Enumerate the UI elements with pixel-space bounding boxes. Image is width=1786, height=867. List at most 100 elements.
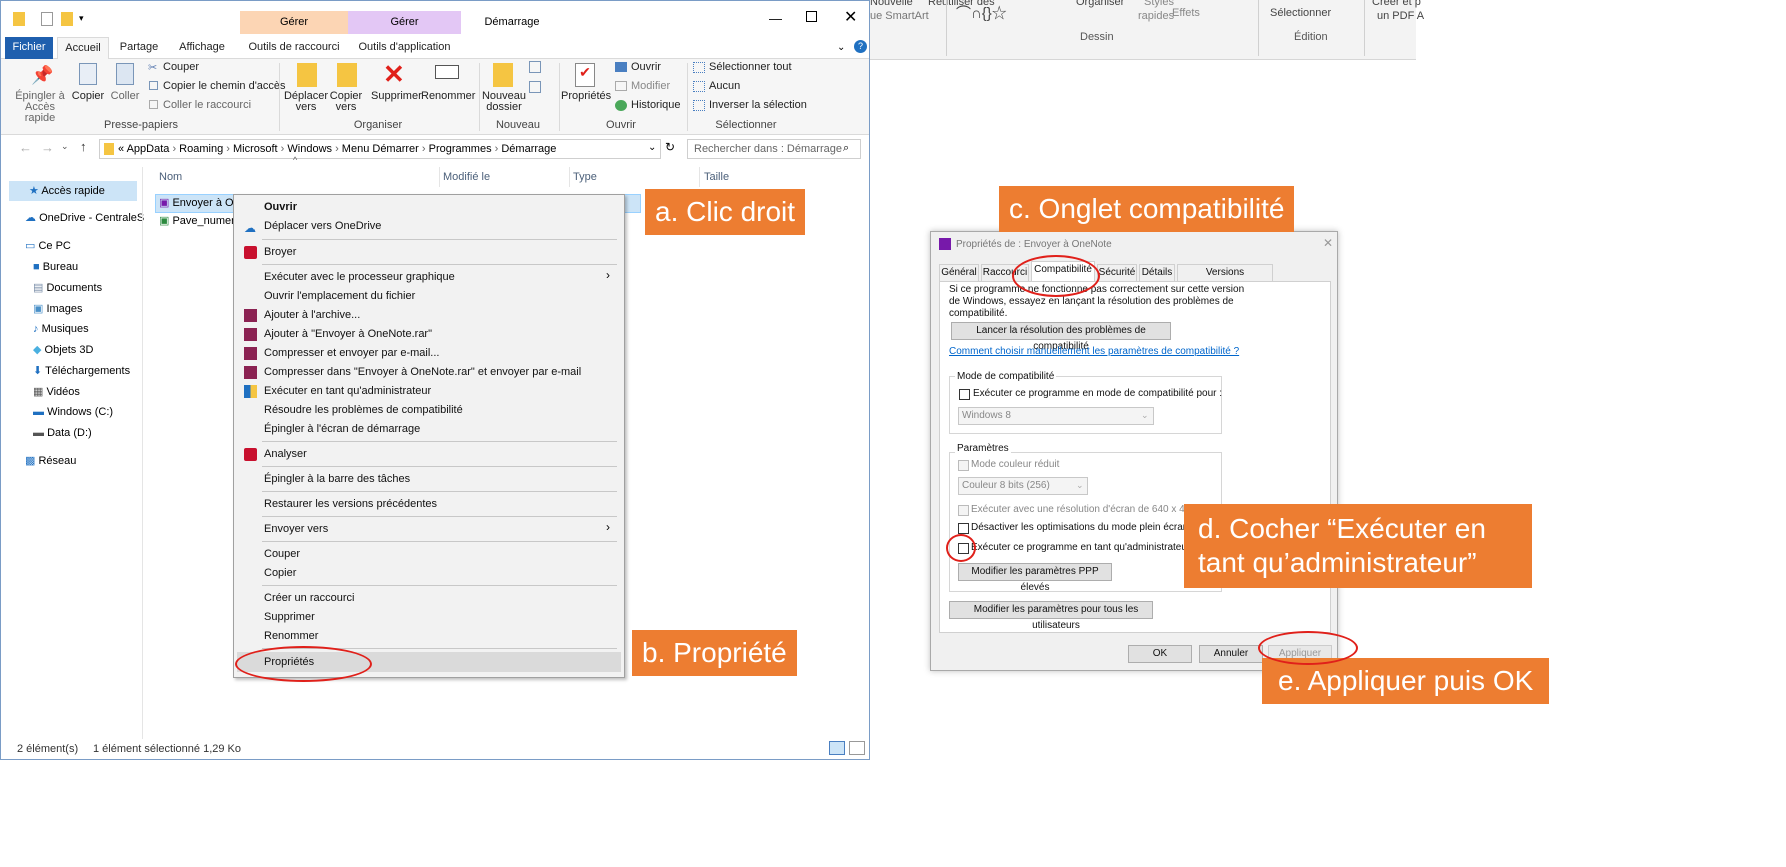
nav-documents[interactable]: ▤ Documents xyxy=(33,278,102,298)
menu-executer-admin[interactable]: Exécuter en tant qu'administrateur xyxy=(264,382,431,401)
tab-details[interactable]: Détails xyxy=(1139,264,1175,282)
file-envoyer-onenote[interactable]: ▣ Envoyer à On xyxy=(159,194,240,212)
tab-outils-application[interactable]: Outils d'application xyxy=(348,37,461,59)
properties-qa-icon[interactable] xyxy=(41,12,53,26)
tab-accueil[interactable]: Accueil xyxy=(57,37,109,59)
breadcrumb-chevron-icon[interactable]: › xyxy=(169,143,179,155)
breadcrumb-chevron-icon[interactable]: › xyxy=(332,143,342,155)
column-nom[interactable]: Nom xyxy=(159,171,182,183)
supprimer-button[interactable]: Supprimer xyxy=(371,91,422,102)
nouveau-dossier-button[interactable]: Nouveau dossier xyxy=(481,91,527,113)
nav-data-d[interactable]: ▬ Data (D:) xyxy=(33,423,92,443)
nav-windows-c[interactable]: ▬ Windows (C:) xyxy=(33,402,113,422)
dialog-close-icon[interactable]: ✕ xyxy=(1323,236,1333,250)
breadcrumb-chevron-icon[interactable]: › xyxy=(278,143,288,155)
compat-mode-select[interactable]: Windows 8 xyxy=(958,407,1154,425)
breadcrumb-item[interactable]: Menu Démarrer xyxy=(342,143,419,155)
proprietes-button[interactable]: Propriétés xyxy=(561,91,611,102)
selectionner-menu[interactable]: Sélectionner xyxy=(1270,7,1331,19)
modifier-button[interactable]: Modifier xyxy=(631,80,670,92)
help-icon[interactable]: ? xyxy=(854,40,867,53)
back-arrow-icon[interactable]: ← xyxy=(19,140,32,155)
styles-label[interactable]: Styles xyxy=(1144,0,1174,8)
ribbon-collapse-icon[interactable]: ⌄ xyxy=(837,42,845,53)
manual-settings-link[interactable]: Comment choisir manuellement les paramèt… xyxy=(949,346,1239,357)
menu-renommer[interactable]: Renommer xyxy=(264,627,318,646)
nav-acces-rapide[interactable]: ★ Accès rapide xyxy=(29,181,105,201)
minimize-icon[interactable]: — xyxy=(769,11,782,26)
refresh-icon[interactable]: ↻ xyxy=(665,140,675,154)
qa-dropdown-icon[interactable]: ▾ xyxy=(79,13,84,24)
maximize-icon[interactable] xyxy=(806,11,817,22)
tab-general[interactable]: Général xyxy=(939,264,979,282)
menu-broyer[interactable]: Broyer xyxy=(264,243,296,262)
menu-ajouter-archive[interactable]: Ajouter à l'archive... xyxy=(264,306,360,325)
address-bar[interactable]: « AppData › Roaming › Microsoft › Window… xyxy=(99,139,661,159)
res640-checkbox[interactable] xyxy=(958,505,969,516)
coller-button[interactable]: Coller xyxy=(107,91,143,102)
forward-arrow-icon[interactable]: → xyxy=(41,140,54,155)
breadcrumb-item[interactable]: AppData xyxy=(127,143,170,155)
search-input[interactable]: Rechercher dans : Démarrage xyxy=(687,139,861,159)
up-arrow-icon[interactable]: ↑ xyxy=(80,139,87,154)
deplacer-vers-button[interactable]: Déplacer vers xyxy=(283,91,329,113)
column-type[interactable]: Type xyxy=(573,171,597,183)
breadcrumb-item[interactable]: Programmes xyxy=(429,143,492,155)
breadcrumb-chevron-icon[interactable]: › xyxy=(492,143,502,155)
reduced-color-checkbox[interactable] xyxy=(958,460,969,471)
menu-copier[interactable]: Copier xyxy=(264,564,296,583)
nav-videos[interactable]: ▦ Vidéos xyxy=(33,382,80,402)
historique-button[interactable]: Historique xyxy=(631,99,681,111)
file-pave-numerique[interactable]: ▣ Pave_numer xyxy=(159,212,235,230)
breadcrumb-chevron-icon[interactable]: › xyxy=(223,143,233,155)
cancel-button[interactable]: Annuler xyxy=(1199,645,1263,663)
column-modifie[interactable]: Modifié le xyxy=(443,171,490,183)
organiser-label[interactable]: Organiser xyxy=(1076,0,1124,8)
creer-pdf-label[interactable]: Créer et p xyxy=(1372,0,1421,8)
menu-analyser[interactable]: Analyser xyxy=(264,445,307,464)
close-icon[interactable]: ✕ xyxy=(844,7,857,27)
menu-resoudre-compatibilite[interactable]: Résoudre les problèmes de compatibilité xyxy=(264,401,463,420)
easy-access-icon[interactable] xyxy=(529,81,541,93)
all-users-settings-button[interactable]: Modifier les paramètres pour tous les ut… xyxy=(949,601,1153,631)
menu-deplacer-onedrive[interactable]: Déplacer vers OneDrive xyxy=(264,217,381,236)
menu-processeur-graphique[interactable]: Exécuter avec le processeur graphique xyxy=(264,268,455,287)
recent-dropdown-icon[interactable]: ⌄ xyxy=(61,141,69,152)
details-view-icon[interactable] xyxy=(829,741,845,755)
nav-reseau[interactable]: ▩ Réseau xyxy=(25,451,76,471)
tab-outils-raccourci[interactable]: Outils de raccourci xyxy=(240,37,348,59)
nav-objets-3d[interactable]: ◆ Objets 3D xyxy=(33,340,93,360)
breadcrumb-item[interactable]: Roaming xyxy=(179,143,223,155)
selectionner-tout-button[interactable]: Sélectionner tout xyxy=(709,61,792,73)
copier-chemin-button[interactable]: Copier le chemin d'accès xyxy=(163,80,286,92)
menu-compresser-rar-email[interactable]: Compresser dans "Envoyer à OneNote.rar" … xyxy=(264,363,581,382)
ouvrir-button[interactable]: Ouvrir xyxy=(631,61,661,73)
nav-ce-pc[interactable]: ▭ Ce PC xyxy=(25,236,71,256)
run-troubleshooter-button[interactable]: Lancer la résolution des problèmes de co… xyxy=(951,322,1171,352)
epingler-button[interactable]: Épingler à Accès rapide xyxy=(9,91,71,124)
column-taille[interactable]: Taille xyxy=(704,171,729,183)
ok-button[interactable]: OK xyxy=(1128,645,1192,663)
renommer-button[interactable]: Renommer xyxy=(421,91,475,102)
breadcrumb-item[interactable]: Démarrage xyxy=(501,143,556,155)
nav-onedrive[interactable]: ☁ OneDrive - CentraleS xyxy=(25,208,144,228)
menu-creer-raccourci[interactable]: Créer un raccourci xyxy=(264,589,354,608)
nav-bureau[interactable]: ■ Bureau xyxy=(33,257,78,277)
dpi-settings-button[interactable]: Modifier les paramètres PPP élevés xyxy=(958,563,1112,593)
color-depth-select[interactable]: Couleur 8 bits (256) xyxy=(958,477,1088,495)
menu-supprimer[interactable]: Supprimer xyxy=(264,608,315,627)
menu-ajouter-rar[interactable]: Ajouter à "Envoyer à OneNote.rar" xyxy=(264,325,432,344)
tab-versions-precedentes[interactable]: Versions précédentes xyxy=(1177,264,1273,294)
effets-label[interactable]: Effets xyxy=(1172,7,1200,19)
menu-couper[interactable]: Couper xyxy=(264,545,300,564)
coller-raccourci-button[interactable]: Coller le raccourci xyxy=(163,99,251,111)
menu-ouvrir-emplacement[interactable]: Ouvrir l'emplacement du fichier xyxy=(264,287,415,306)
nav-images[interactable]: ▣ Images xyxy=(33,299,83,319)
nav-musiques[interactable]: ♪ Musiques xyxy=(33,319,89,339)
menu-epingler-demarrage[interactable]: Épingler à l'écran de démarrage xyxy=(264,420,420,439)
new-folder-qa-icon[interactable] xyxy=(61,12,73,26)
breadcrumb-item[interactable]: Microsoft xyxy=(233,143,278,155)
aucun-button[interactable]: Aucun xyxy=(709,80,740,92)
tab-partage[interactable]: Partage xyxy=(113,37,165,59)
copier-vers-button[interactable]: Copier vers xyxy=(326,91,366,113)
